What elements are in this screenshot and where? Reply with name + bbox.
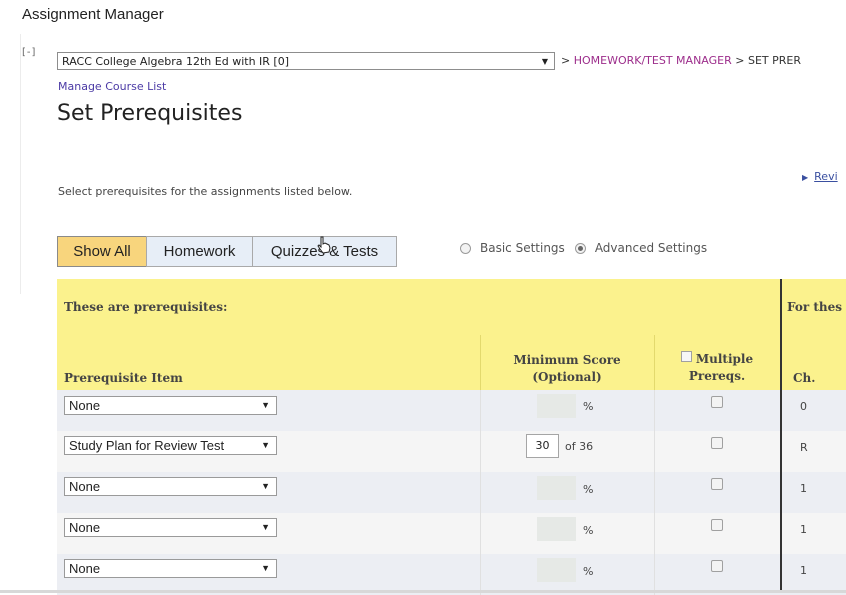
prerequisite-item-value: None	[69, 479, 101, 494]
table-header: These are prerequisites: For thes Prereq…	[57, 279, 846, 390]
percent-sign: %	[583, 400, 594, 413]
dropdown-arrow-icon: ▼	[261, 522, 270, 532]
prerequisites-table: These are prerequisites: For thes Prereq…	[57, 279, 846, 595]
prerequisite-item-select[interactable]: None ▼	[64, 559, 277, 578]
chapter-value: 1	[800, 482, 807, 495]
prerequisite-item-value: None	[69, 398, 101, 413]
cell-divider	[480, 554, 481, 595]
advanced-settings-label: Advanced Settings	[594, 241, 708, 255]
col-minimum-score-line1: Minimum Score	[513, 353, 621, 367]
minimum-score-input[interactable]	[537, 517, 576, 541]
cell-divider	[654, 554, 655, 595]
section-prerequisites-label: These are prerequisites:	[64, 300, 228, 314]
chapter-value: R	[800, 441, 808, 454]
review-link[interactable]: ▶ Revi	[802, 170, 838, 183]
table-row: Study Plan for Review Test ▼ 30 of 36 R	[57, 431, 846, 472]
review-link-label: Revi	[814, 170, 838, 183]
dropdown-arrow-icon: ▼	[541, 57, 548, 66]
cell-divider	[480, 390, 481, 431]
cell-divider	[654, 390, 655, 431]
col-minimum-score: Minimum Score (Optional)	[487, 352, 647, 386]
hand-cursor-icon	[317, 236, 331, 254]
col-prerequisite-item: Prerequisite Item	[64, 371, 183, 385]
score-out-of: of 36	[565, 440, 594, 453]
prerequisite-item-select[interactable]: Study Plan for Review Test ▼	[64, 436, 277, 455]
col-multiple-line2: Prereqs.	[688, 369, 746, 383]
dropdown-arrow-icon: ▼	[261, 400, 270, 410]
advanced-settings-radio[interactable]	[574, 242, 586, 254]
multiple-prereqs-checkbox[interactable]	[680, 351, 692, 362]
section-assignments-label: For thes	[787, 300, 843, 314]
cell-divider	[654, 472, 655, 513]
tab-homework[interactable]: Homework	[146, 236, 253, 267]
col-chapter: Ch.	[793, 371, 816, 385]
column-divider	[654, 335, 655, 390]
instructions-text: Select prerequisites for the assignments…	[58, 185, 353, 198]
settings-mode: Basic Settings Advanced Settings	[460, 241, 707, 255]
prerequisite-item-value: Study Plan for Review Test	[69, 438, 225, 453]
percent-sign: %	[583, 524, 594, 537]
col-multiple-prereqs: Multiple Prereqs.	[657, 351, 777, 385]
breadcrumb-homework-manager[interactable]: HOMEWORK/TEST MANAGER	[574, 54, 732, 67]
left-gutter	[0, 34, 21, 294]
cell-divider	[480, 472, 481, 513]
minimum-score-input[interactable]	[537, 558, 576, 582]
dropdown-arrow-icon: ▼	[261, 481, 270, 491]
cell-divider	[654, 513, 655, 554]
prerequisite-item-select[interactable]: None ▼	[64, 477, 277, 496]
table-row: None ▼ % 1	[57, 554, 846, 595]
manage-course-list-link[interactable]: Manage Course List	[58, 80, 166, 93]
multiple-prereqs-row-checkbox[interactable]	[711, 396, 723, 408]
chapter-value: 1	[800, 564, 807, 577]
basic-settings-label: Basic Settings	[480, 241, 565, 255]
chapter-value: 0	[800, 400, 807, 413]
table-row: None ▼ % 0	[57, 390, 846, 431]
triangle-right-icon: ▶	[802, 173, 809, 182]
dropdown-arrow-icon: ▼	[261, 440, 270, 450]
breadcrumb-separator: >	[735, 54, 745, 67]
collapse-toggle[interactable]: [-]	[22, 47, 36, 58]
chapter-value: 1	[800, 523, 807, 536]
breadcrumb: > HOMEWORK/TEST MANAGER > SET PRER	[561, 54, 801, 67]
section-divider	[780, 279, 782, 593]
column-divider	[480, 335, 481, 390]
prerequisite-item-value: None	[69, 561, 101, 576]
basic-settings-radio[interactable]	[460, 242, 471, 254]
course-select[interactable]: RACC College Algebra 12th Ed with IR [0]…	[57, 52, 555, 70]
cell-divider	[480, 431, 481, 472]
multiple-prereqs-row-checkbox[interactable]	[711, 437, 723, 449]
app-title: Assignment Manager	[22, 6, 164, 23]
prerequisite-item-select[interactable]: None ▼	[64, 396, 277, 415]
cell-divider	[480, 513, 481, 554]
cell-divider	[654, 431, 655, 472]
percent-sign: %	[583, 565, 594, 578]
course-select-value: RACC College Algebra 12th Ed with IR [0]	[62, 55, 290, 68]
table-row: None ▼ % 1	[57, 472, 846, 513]
tab-show-all[interactable]: Show All	[57, 236, 147, 267]
table-row: None ▼ % 1	[57, 513, 846, 554]
filter-tabs: Show All Homework Quizzes & Tests	[57, 236, 397, 267]
multiple-prereqs-row-checkbox[interactable]	[711, 560, 723, 572]
minimum-score-input[interactable]	[537, 476, 576, 500]
minimum-score-input[interactable]	[537, 394, 576, 418]
page-title: Set Prerequisites	[57, 101, 243, 126]
dropdown-arrow-icon: ▼	[261, 563, 270, 573]
minimum-score-input[interactable]: 30	[526, 434, 559, 458]
multiple-prereqs-row-checkbox[interactable]	[711, 478, 723, 490]
prerequisite-item-select[interactable]: None ▼	[64, 518, 277, 537]
breadcrumb-separator: >	[561, 54, 571, 67]
prerequisite-item-value: None	[69, 520, 101, 535]
col-multiple-line1: Multiple	[695, 352, 754, 366]
multiple-prereqs-row-checkbox[interactable]	[711, 519, 723, 531]
top-bar: Assignment Manager	[0, 0, 846, 34]
col-minimum-score-line2: (Optional)	[532, 370, 602, 384]
breadcrumb-current: SET PRER	[747, 54, 801, 67]
percent-sign: %	[583, 483, 594, 496]
